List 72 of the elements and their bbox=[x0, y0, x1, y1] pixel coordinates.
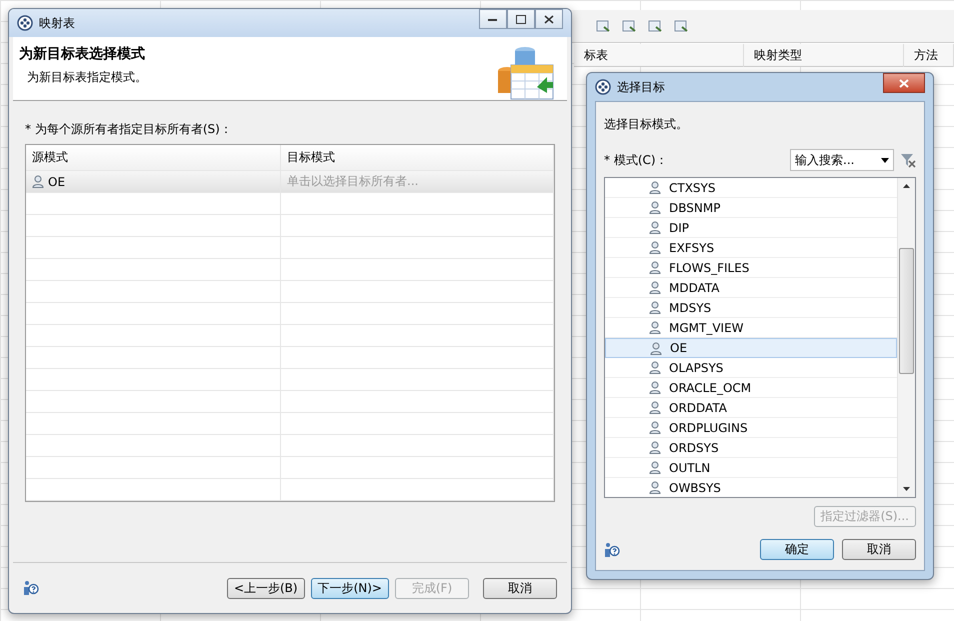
column-header: 目标模式 bbox=[281, 145, 554, 170]
window-title: 选择目标 bbox=[617, 78, 665, 96]
user-icon bbox=[649, 261, 661, 274]
column-header: 源模式 bbox=[26, 145, 281, 170]
dialog-button[interactable]: 确定 bbox=[760, 539, 834, 560]
close-icon bbox=[899, 78, 909, 88]
toolbar-icon[interactable] bbox=[595, 18, 611, 34]
clear-filter-icon[interactable] bbox=[900, 152, 916, 168]
window-title: 映射表 bbox=[39, 14, 75, 32]
help-icon[interactable] bbox=[23, 580, 39, 596]
schema-item[interactable]: EXFSYS bbox=[605, 238, 897, 258]
scroll-up-icon[interactable] bbox=[903, 184, 910, 188]
column-header: 映射类型 bbox=[744, 44, 904, 67]
schema-item[interactable]: CTXSYS bbox=[605, 178, 897, 198]
schema-item[interactable]: OLAPSYS bbox=[605, 358, 897, 378]
minimize-button[interactable] bbox=[479, 9, 507, 29]
maximize-button[interactable] bbox=[507, 9, 535, 29]
instruction-text: 选择目标模式。 bbox=[604, 116, 689, 133]
user-icon bbox=[649, 401, 661, 414]
schema-item[interactable]: MDSYS bbox=[605, 298, 897, 318]
user-icon bbox=[649, 321, 661, 334]
schema-item[interactable]: ORDSYS bbox=[605, 438, 897, 458]
schema-name: OE bbox=[48, 174, 66, 188]
column-header: 方法 bbox=[904, 44, 954, 67]
schema-item[interactable]: DIP bbox=[605, 218, 897, 238]
scrollbar[interactable] bbox=[897, 178, 915, 497]
app-icon bbox=[595, 79, 611, 95]
dialog-button[interactable]: 取消 bbox=[483, 578, 557, 598]
user-icon bbox=[649, 481, 661, 494]
user-icon bbox=[649, 181, 661, 194]
user-icon bbox=[649, 221, 661, 234]
app-icon bbox=[17, 15, 33, 31]
user-icon bbox=[649, 281, 661, 294]
dialog-button[interactable]: 下一步(N)> bbox=[310, 578, 389, 598]
schema-item[interactable]: OUTLN bbox=[605, 458, 897, 478]
close-button[interactable] bbox=[883, 73, 925, 93]
schema-item[interactable]: DBSNMP bbox=[605, 198, 897, 218]
user-icon bbox=[32, 175, 44, 188]
toolbar-icon[interactable] bbox=[621, 18, 637, 34]
schema-item[interactable]: ORACLE_OCM bbox=[605, 378, 897, 398]
toolbar-icon[interactable] bbox=[647, 18, 663, 34]
user-icon bbox=[649, 441, 661, 454]
schema-item[interactable]: OE bbox=[605, 338, 897, 358]
user-icon bbox=[649, 361, 661, 374]
close-button[interactable] bbox=[535, 9, 563, 29]
field-label: * 为每个源所有者指定目标所有者(S)： bbox=[25, 121, 233, 138]
minimize-icon bbox=[488, 17, 498, 21]
schema-item[interactable]: MDDATA bbox=[605, 278, 897, 298]
field-label: * 模式(C)： bbox=[604, 152, 668, 168]
scroll-down-icon[interactable] bbox=[903, 487, 910, 491]
user-icon bbox=[649, 381, 661, 394]
toolbar-icon[interactable] bbox=[673, 18, 689, 34]
help-icon[interactable] bbox=[604, 542, 620, 558]
user-icon bbox=[649, 461, 661, 474]
schema-item[interactable]: FLOWS_FILES bbox=[605, 258, 897, 278]
page-subtitle: 为新目标表指定模式。 bbox=[26, 69, 148, 86]
maximize-icon bbox=[516, 14, 526, 24]
table-row[interactable]: OE 单击以选择目标所有者... bbox=[26, 171, 554, 193]
column-header: 标表 bbox=[574, 44, 744, 67]
user-icon bbox=[650, 342, 662, 354]
user-icon bbox=[649, 421, 661, 434]
search-combo[interactable]: 输入搜索... bbox=[790, 149, 894, 171]
schema-item[interactable]: ORDDATA bbox=[605, 398, 897, 418]
close-icon bbox=[544, 14, 554, 24]
page-title: 为新目标表选择模式 bbox=[19, 45, 146, 63]
user-icon bbox=[649, 301, 661, 314]
caret-icon bbox=[881, 158, 889, 162]
user-icon bbox=[649, 201, 661, 214]
user-icon bbox=[649, 241, 661, 254]
schema-item[interactable]: ORDPLUGINS bbox=[605, 418, 897, 438]
dialog-button[interactable]: <上一步(B) bbox=[226, 578, 305, 598]
dialog-button[interactable]: 取消 bbox=[842, 539, 916, 560]
